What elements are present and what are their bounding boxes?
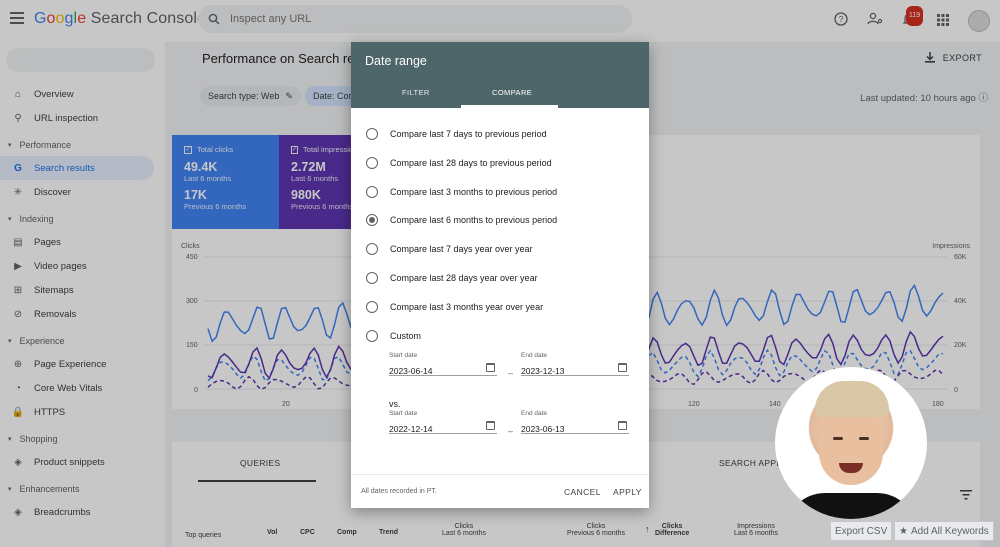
cancel-button[interactable]: CANCEL — [564, 487, 601, 497]
compare-option-label: Compare last 7 days year over year — [390, 244, 533, 255]
presenter-eye — [859, 437, 869, 440]
start-date-value: 2023-06-14 — [389, 366, 433, 376]
compare-option[interactable]: Compare last 3 months year over year — [366, 300, 544, 313]
vs-end-date-field[interactable]: End date 2023-06-13 — [521, 410, 629, 434]
end-date-field[interactable]: End date 2023-12-13 — [521, 352, 629, 376]
vs-start-date-label: Start date — [389, 410, 418, 417]
compare-option[interactable]: Compare last 7 days to previous period — [366, 128, 547, 140]
start-date-label: Start date — [389, 352, 418, 359]
tab-compare[interactable]: COMPARE — [492, 88, 532, 97]
vs-start-date-field[interactable]: Start date 2022-12-14 — [389, 410, 497, 434]
radio-button[interactable] — [366, 329, 378, 342]
calendar-icon[interactable] — [486, 363, 495, 372]
compare-option-label: Custom — [390, 330, 422, 341]
compare-option-label: Compare last 28 days year over year — [390, 273, 538, 283]
vs-end-date-label: End date — [521, 410, 548, 417]
apply-button[interactable]: APPLY — [613, 487, 642, 497]
add-all-keywords-label: Add All Keywords — [910, 525, 989, 537]
compare-option-label: Compare last 6 months to previous period — [390, 215, 558, 226]
add-all-keywords-button[interactable]: ★ Add All Keywords — [894, 521, 994, 541]
export-csv-label: Export CSV — [835, 525, 888, 537]
vs-label: vs. — [389, 399, 401, 409]
compare-option[interactable]: Compare last 3 months to previous period — [366, 185, 558, 198]
end-date-value: 2023-12-13 — [521, 366, 565, 376]
radio-button[interactable] — [366, 185, 378, 198]
webcam-overlay — [775, 367, 927, 519]
dialog-title: Date range — [365, 54, 427, 68]
vs-start-date-value: 2022-12-14 — [389, 424, 433, 434]
compare-option[interactable]: Compare last 7 days year over year — [366, 243, 533, 256]
star-icon: ★ — [899, 525, 908, 537]
compare-option[interactable]: Compare last 6 months to previous period — [366, 214, 558, 227]
end-date-label: End date — [521, 352, 548, 359]
presenter-shirt — [785, 493, 917, 519]
start-date-field[interactable]: Start date 2023-06-14 — [389, 352, 497, 376]
compare-option-label: Compare last 28 days to previous period — [390, 157, 552, 168]
presenter-eye — [833, 437, 843, 440]
compare-option-label: Compare last 3 months year over year — [390, 301, 544, 312]
date-separator: – — [508, 426, 514, 436]
vs-end-date-value: 2023-06-13 — [521, 424, 565, 434]
date-range-dialog: Date range FILTER COMPARE Compare last 7… — [351, 42, 649, 508]
calendar-icon[interactable] — [618, 421, 627, 430]
presenter-face — [819, 405, 883, 485]
export-csv-button[interactable]: Export CSV — [830, 521, 893, 541]
radio-button[interactable] — [366, 272, 378, 284]
radio-button[interactable] — [366, 156, 378, 169]
radio-button[interactable] — [366, 128, 378, 140]
radio-button[interactable] — [366, 300, 378, 313]
compare-option-label: Compare last 7 days to previous period — [390, 129, 547, 139]
radio-button[interactable] — [366, 243, 378, 256]
presenter-hair — [815, 381, 889, 417]
compare-option[interactable]: Compare last 28 days year over year — [366, 272, 538, 284]
compare-option[interactable]: Custom — [366, 329, 422, 342]
radio-button[interactable] — [366, 214, 378, 227]
timezone-note: All dates recorded in PT. — [361, 488, 437, 495]
compare-option-label: Compare last 3 months to previous period — [390, 186, 558, 197]
tab-filter[interactable]: FILTER — [402, 88, 430, 97]
calendar-icon[interactable] — [618, 363, 627, 372]
tab-underline — [461, 105, 558, 108]
calendar-icon[interactable] — [486, 421, 495, 430]
dialog-header: Date range FILTER COMPARE — [351, 42, 649, 108]
compare-option[interactable]: Compare last 28 days to previous period — [366, 156, 552, 169]
date-separator: – — [508, 368, 514, 378]
dialog-footer: All dates recorded in PT. CANCEL APPLY — [351, 474, 649, 508]
